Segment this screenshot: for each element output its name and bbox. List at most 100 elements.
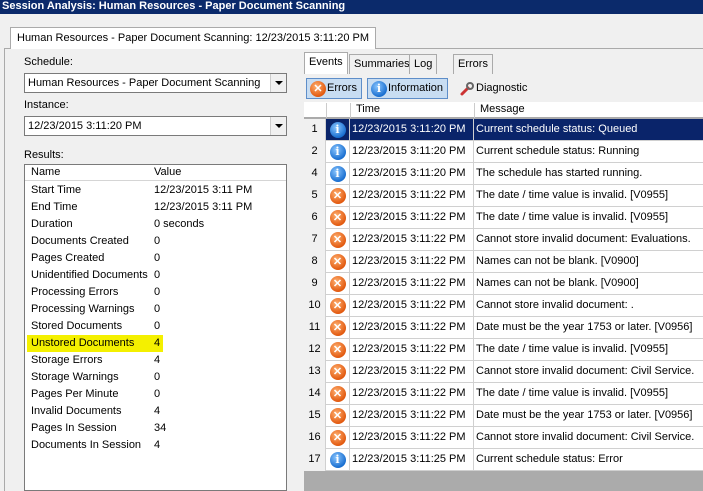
event-time: 12/23/2015 3:11:22 PM — [350, 361, 474, 383]
tab-session[interactable]: Human Resources - Paper Document Scannin… — [10, 27, 376, 49]
results-row[interactable]: Invalid Documents 4 — [25, 403, 286, 420]
results-row[interactable]: Pages Per Minute 0 — [25, 386, 286, 403]
results-row[interactable]: Documents Created 0 — [25, 233, 286, 250]
error-icon: ✕ — [329, 342, 346, 358]
results-header-value[interactable]: Value — [154, 166, 181, 178]
information-filter-label: Information — [388, 82, 444, 94]
tab-events[interactable]: Events — [304, 52, 348, 74]
event-row[interactable]: 14 ✕ 12/23/2015 3:11:22 PM The date / time … — [304, 383, 703, 405]
results-row-value: 12/23/2015 3:11 PM — [154, 201, 253, 213]
event-row-number: 15 — [304, 405, 326, 427]
header-time[interactable]: Time — [350, 103, 474, 118]
event-row[interactable]: 2 i 12/23/2015 3:11:20 PM Current schedule … — [304, 141, 703, 163]
results-row[interactable]: End Time 12/23/2015 3:11 PM — [25, 199, 286, 216]
event-type-cell: ✕ — [326, 383, 350, 405]
event-type-cell: ✕ — [326, 251, 350, 273]
results-row[interactable]: Start Time 12/23/2015 3:11 PM — [25, 182, 286, 199]
results-row[interactable]: Stored Documents 0 — [25, 318, 286, 335]
results-header-name[interactable]: Name — [31, 166, 60, 178]
header-message[interactable]: Message — [474, 103, 703, 118]
information-filter-button[interactable]: i Information — [367, 78, 449, 99]
results-row[interactable]: Pages Created 0 — [25, 250, 286, 267]
event-row[interactable]: 4 i 12/23/2015 3:11:20 PM The schedule has … — [304, 163, 703, 185]
header-icon-col[interactable] — [326, 103, 350, 118]
event-row-number: 1 — [304, 119, 326, 141]
tab-summaries[interactable]: Summaries — [349, 54, 415, 74]
diagnostic-filter-label: Diagnostic — [476, 82, 528, 94]
results-row[interactable]: Pages In Session 34 — [25, 420, 286, 437]
results-row-value: 0 — [154, 252, 161, 264]
results-row[interactable]: Unstored Documents 4 — [25, 335, 286, 352]
error-icon: ✕ — [329, 364, 346, 380]
event-row-number: 2 — [304, 141, 326, 163]
tab-errors[interactable]: Errors — [453, 54, 493, 74]
results-row-name: Pages Created — [31, 252, 105, 264]
event-type-cell: ✕ — [326, 405, 350, 427]
event-row[interactable]: 1 i 12/23/2015 3:11:20 PM Current schedule … — [304, 119, 703, 141]
event-row[interactable]: 12 ✕ 12/23/2015 3:11:22 PM The date / time … — [304, 339, 703, 361]
event-time: 12/23/2015 3:11:22 PM — [350, 383, 474, 405]
results-row[interactable]: Storage Errors 4 — [25, 352, 286, 369]
event-message: Cannot store invalid document: Evaluatio… — [476, 233, 691, 245]
event-row-number: 12 — [304, 339, 326, 361]
results-row[interactable]: Processing Warnings 0 — [25, 301, 286, 318]
event-row[interactable]: 10 ✕ 12/23/2015 3:11:22 PM Cannot store inv… — [304, 295, 703, 317]
event-row[interactable]: 11 ✕ 12/23/2015 3:11:22 PM Date must be the… — [304, 317, 703, 339]
event-row[interactable]: 9 ✕ 12/23/2015 3:11:22 PM Names can not be … — [304, 273, 703, 295]
events-grid-header: Time Message — [304, 102, 703, 118]
results-list[interactable]: Name Value Start Time 12/23/2015 3:11 PM E… — [24, 164, 287, 491]
results-row-value: 34 — [154, 422, 167, 434]
event-row-number: 8 — [304, 251, 326, 273]
results-row-value: 0 — [154, 320, 161, 332]
event-message: The schedule has started running. — [476, 167, 643, 179]
tab-log[interactable]: Log — [409, 54, 438, 74]
event-row[interactable]: 8 ✕ 12/23/2015 3:11:22 PM Names can not be … — [304, 251, 703, 273]
error-icon: ✕ — [329, 298, 346, 314]
event-type-cell: ✕ — [326, 207, 350, 229]
results-row-name: Documents In Session — [31, 439, 142, 451]
event-row[interactable]: 16 ✕ 12/23/2015 3:11:22 PM Cannot store inv… — [304, 427, 703, 449]
event-row[interactable]: 13 ✕ 12/23/2015 3:11:22 PM Cannot store inv… — [304, 361, 703, 383]
info-icon: i — [329, 122, 346, 138]
instance-select[interactable]: 12/23/2015 3:11:20 PM — [24, 116, 287, 136]
schedule-select[interactable]: Human Resources - Paper Document Scannin… — [24, 73, 287, 93]
info-icon: i — [329, 452, 346, 468]
error-icon: ✕ — [329, 320, 346, 336]
event-message: Date must be the year 1753 or later. [V0… — [476, 321, 693, 333]
events-toolbar: ✕ Errors i Information Diagnostic — [304, 75, 703, 101]
errors-filter-label: Errors — [327, 82, 357, 94]
results-row-name: Pages In Session — [31, 422, 117, 434]
event-row[interactable]: 5 ✕ 12/23/2015 3:11:22 PM The date / time v… — [304, 185, 703, 207]
event-time: 12/23/2015 3:11:22 PM — [350, 339, 474, 361]
event-row[interactable]: 7 ✕ 12/23/2015 3:11:22 PM Cannot store inva… — [304, 229, 703, 251]
results-row[interactable]: Processing Errors 0 — [25, 284, 286, 301]
event-type-cell: i — [326, 141, 350, 163]
instance-value: 12/23/2015 3:11:20 PM — [28, 120, 142, 132]
event-message: The date / time value is invalid. [V0955… — [476, 387, 668, 399]
diagnostic-filter-button[interactable]: Diagnostic — [455, 78, 532, 99]
info-icon: i — [329, 166, 346, 182]
event-message: The date / time value is invalid. [V0955… — [476, 211, 668, 223]
event-message: Names can not be blank. [V0900] — [476, 255, 639, 267]
errors-filter-button[interactable]: ✕ Errors — [306, 78, 362, 99]
event-row[interactable]: 17 i 12/23/2015 3:11:25 PM Current schedule… — [304, 449, 703, 471]
results-row-name: Storage Errors — [31, 354, 103, 366]
wrench-icon — [460, 82, 474, 96]
event-time: 12/23/2015 3:11:25 PM — [350, 449, 474, 471]
event-type-cell: i — [326, 119, 350, 141]
results-row[interactable]: Unidentified Documents 0 — [25, 267, 286, 284]
chevron-down-icon[interactable] — [270, 74, 286, 92]
events-grid[interactable]: Time Message 1 i 12/23/2015 3:11:20 PM Curr… — [304, 102, 703, 491]
results-row-value: 0 — [154, 269, 161, 281]
results-row-name: Storage Warnings — [31, 371, 119, 383]
event-type-cell: ✕ — [326, 317, 350, 339]
event-row[interactable]: 6 ✕ 12/23/2015 3:11:22 PM The date / time v… — [304, 207, 703, 229]
event-row-number: 4 — [304, 163, 326, 185]
results-row[interactable]: Duration 0 seconds — [25, 216, 286, 233]
results-row[interactable]: Storage Warnings 0 — [25, 369, 286, 386]
event-type-cell: ✕ — [326, 295, 350, 317]
chevron-down-icon[interactable] — [270, 117, 286, 135]
results-row[interactable]: Documents In Session 4 — [25, 437, 286, 454]
instance-label: Instance: — [24, 99, 69, 111]
event-row[interactable]: 15 ✕ 12/23/2015 3:11:22 PM Date must be the… — [304, 405, 703, 427]
